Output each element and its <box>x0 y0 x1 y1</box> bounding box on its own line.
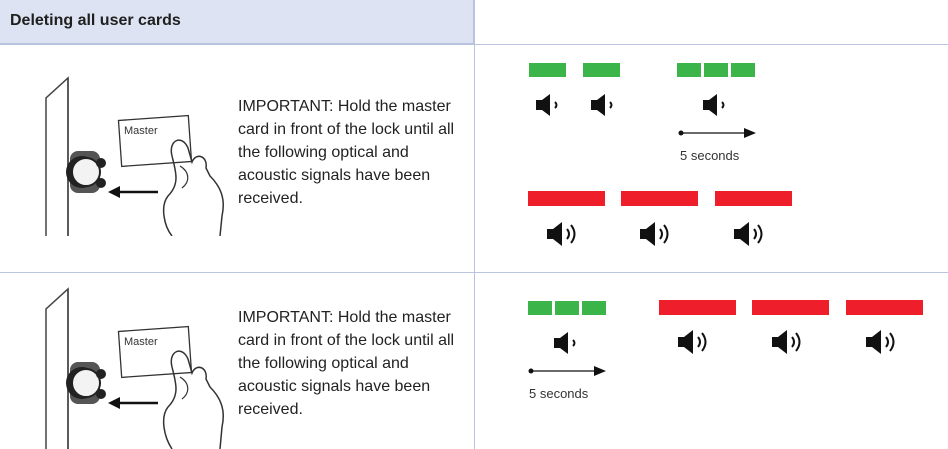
important-note-1: IMPORTANT: Hold the master card in front… <box>238 98 455 207</box>
speaker-short-beep-icon <box>536 94 558 116</box>
arrow-right-icon <box>528 366 606 376</box>
speaker-long-beep-icon <box>772 330 801 354</box>
green-light-signal <box>555 301 579 315</box>
lock-illustration: Master <box>45 287 224 449</box>
speaker-short-beep-icon <box>591 94 613 116</box>
green-light-signal <box>582 301 606 315</box>
speaker-long-beep-icon <box>866 330 895 354</box>
red-light-signal <box>715 191 792 206</box>
green-light-signal <box>731 63 755 77</box>
speaker-long-beep-icon <box>547 222 576 246</box>
card-label: Master <box>124 125 158 137</box>
important-note-2: IMPORTANT: Hold the master card in front… <box>238 309 455 418</box>
red-light-signal <box>621 191 698 206</box>
speaker-short-beep-icon <box>703 94 725 116</box>
green-light-signal <box>583 63 620 77</box>
green-light-signal <box>677 63 701 77</box>
green-light-signal <box>704 63 728 77</box>
red-light-signal <box>846 300 923 315</box>
card-label: Master <box>124 336 158 348</box>
arrow-right-icon <box>678 128 756 138</box>
red-light-signal <box>528 191 605 206</box>
section-title: Deleting all user cards <box>10 12 181 29</box>
speaker-long-beep-icon <box>640 222 669 246</box>
red-light-signal <box>659 300 736 315</box>
table-column-divider <box>474 0 475 449</box>
green-light-signal <box>528 301 552 315</box>
speaker-short-beep-icon <box>554 332 576 354</box>
lock-illustration: Master <box>45 76 224 236</box>
green-light-signal <box>529 63 566 77</box>
duration-label: 5 seconds <box>680 148 740 163</box>
duration-label: 5 seconds <box>529 386 589 401</box>
speaker-long-beep-icon <box>678 330 707 354</box>
red-light-signal <box>752 300 829 315</box>
speaker-long-beep-icon <box>734 222 763 246</box>
